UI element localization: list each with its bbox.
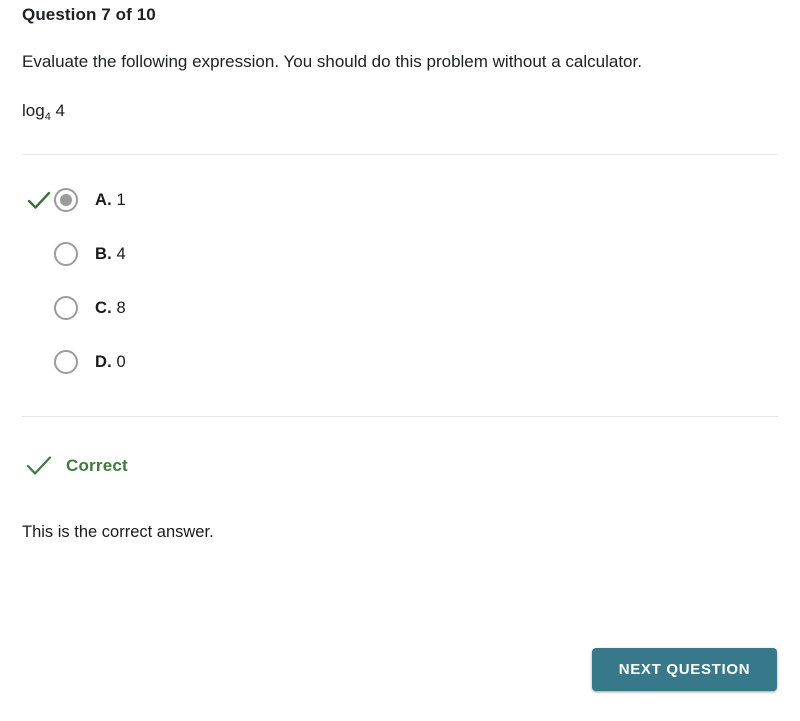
radio-button-b[interactable] xyxy=(54,242,78,266)
option-letter-c: C. xyxy=(95,299,112,317)
option-label-a: A. 1 xyxy=(95,190,126,210)
check-icon xyxy=(26,455,52,477)
option-d-check-placeholder xyxy=(26,350,52,374)
next-question-button[interactable]: NEXT QUESTION xyxy=(592,648,777,691)
expression-subscript: 4 xyxy=(44,111,51,123)
expression-argument: 4 xyxy=(50,101,65,120)
option-row-c[interactable]: C. 8 xyxy=(22,290,778,326)
option-letter-d: D. xyxy=(95,353,112,371)
footer-actions: NEXT QUESTION xyxy=(0,648,800,698)
option-row-d[interactable]: D. 0 xyxy=(22,344,778,380)
question-prompt: Evaluate the following expression. You s… xyxy=(22,52,642,71)
option-value-c: 8 xyxy=(116,299,126,317)
math-expression: log4 4 xyxy=(22,74,778,124)
status-badge: Correct xyxy=(66,456,128,475)
radio-button-d[interactable] xyxy=(54,350,78,374)
option-value-b: 4 xyxy=(116,245,126,263)
explanation-text: This is the correct answer. xyxy=(22,523,214,541)
answer-options-list: A. 1 B. 4 C. 8 D. 0 xyxy=(22,155,778,380)
option-letter-a: A. xyxy=(95,191,112,209)
correct-answer-check-icon xyxy=(26,188,52,212)
radio-button-a[interactable] xyxy=(54,188,78,212)
option-b-check-placeholder xyxy=(26,242,52,266)
option-label-c: C. 8 xyxy=(95,298,126,318)
option-c-check-placeholder xyxy=(26,296,52,320)
option-value-a: 1 xyxy=(116,191,126,209)
option-label-d: D. 0 xyxy=(95,352,126,372)
quiz-question-page: Question 7 of 10 Evaluate the following … xyxy=(0,0,800,721)
option-value-d: 0 xyxy=(116,353,126,371)
option-row-a[interactable]: A. 1 xyxy=(22,182,778,218)
option-label-b: B. 4 xyxy=(95,244,126,264)
expression-base: log xyxy=(22,101,45,120)
feedback-banner: Correct xyxy=(22,417,778,477)
page-title: Question 7 of 10 xyxy=(22,5,156,24)
option-letter-b: B. xyxy=(95,245,112,263)
radio-button-c[interactable] xyxy=(54,296,78,320)
option-row-b[interactable]: B. 4 xyxy=(22,236,778,272)
